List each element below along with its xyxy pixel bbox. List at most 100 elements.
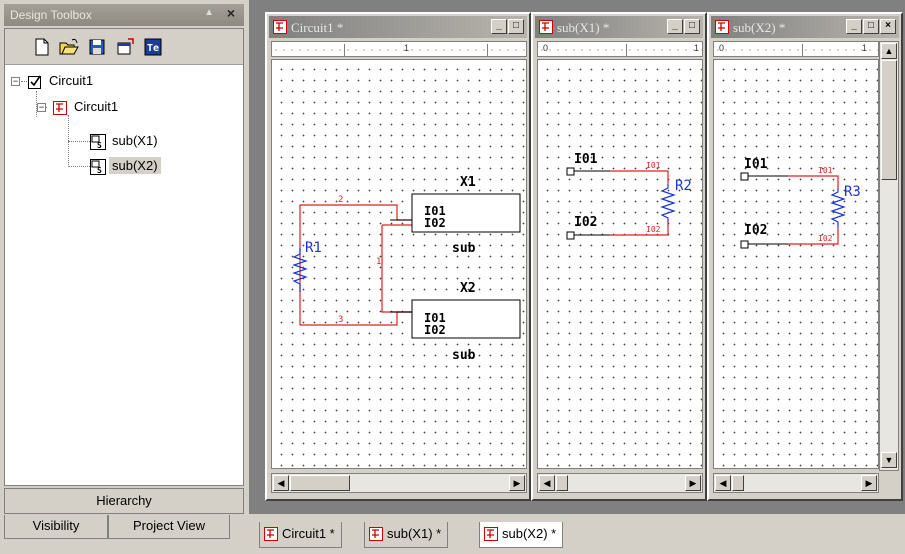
maximize-button[interactable]: □ xyxy=(508,19,524,34)
sub-x1-window[interactable]: sub(X1) * _ □ 0 1 I01 I02 I01 I02 R2 ◀ ▶ xyxy=(531,12,707,501)
sub-x2-window[interactable]: sub(X2) * _ □ × 0 1 ▲ ▼ I01 I02 I01 I02 … xyxy=(707,12,903,501)
toolbox-panel: Te − − Circuit1 Circuit1 S sub(X1) S sub… xyxy=(4,28,244,486)
pin-label: I01 xyxy=(744,157,768,172)
project-check-icon xyxy=(28,75,41,89)
tab-circuit1[interactable]: Circuit1 * xyxy=(259,522,342,548)
maximize-button[interactable]: □ xyxy=(863,19,879,34)
x1-label: X1 xyxy=(460,175,476,190)
tab-label: Circuit1 * xyxy=(282,526,335,541)
tab-project-view[interactable]: Project View xyxy=(108,515,230,539)
scroll-right-icon[interactable]: ▶ xyxy=(861,475,877,491)
horizontal-scrollbar[interactable]: ◀ ▶ xyxy=(271,473,527,493)
ruler: 1 xyxy=(271,41,527,57)
scroll-thumb[interactable] xyxy=(881,60,897,180)
resistor-label: R3 xyxy=(844,184,861,200)
svg-text:S: S xyxy=(97,141,102,150)
tree-item-label: sub(X1) xyxy=(112,133,158,148)
scroll-left-icon[interactable]: ◀ xyxy=(273,475,289,491)
toolbox-toolbar: Te xyxy=(5,29,243,65)
scroll-right-icon[interactable]: ▶ xyxy=(685,475,701,491)
net-label: I02 xyxy=(646,225,661,234)
tree-line xyxy=(68,141,90,142)
scroll-right-icon[interactable]: ▶ xyxy=(509,475,525,491)
tab-sub-x1[interactable]: sub(X1) * xyxy=(364,522,449,548)
vertical-scrollbar[interactable]: ▲ ▼ xyxy=(879,41,899,471)
tree-item-circuit[interactable]: Circuit1 xyxy=(52,97,121,117)
document-area: Circuit1 * _ □ 1 X1 I01 I02 sub X2 I01 I… xyxy=(249,0,905,554)
maximize-button[interactable]: □ xyxy=(684,19,700,34)
scroll-thumb[interactable] xyxy=(556,475,568,491)
collapse-toggle[interactable]: − xyxy=(37,103,46,112)
schematic-canvas[interactable]: I01 I02 I01 I02 R3 xyxy=(713,59,879,469)
open-icon[interactable] xyxy=(58,37,80,57)
x2-label: X2 xyxy=(460,281,476,296)
minimize-button[interactable]: _ xyxy=(491,19,507,34)
schematic-icon xyxy=(539,20,553,34)
window-title: sub(X2) * xyxy=(733,20,786,35)
document-tabs: Circuit1 * sub(X1) * sub(X2) * xyxy=(249,514,905,554)
tab-label: sub(X2) * xyxy=(502,526,557,541)
resistor-label: R2 xyxy=(675,178,692,194)
minimize-button[interactable]: _ xyxy=(667,19,683,34)
net-label: 3 xyxy=(338,315,343,325)
toolbox-title-bar: Design Toolbox ▲ × xyxy=(4,4,244,26)
ruler-tick xyxy=(802,44,803,56)
pin-icon[interactable]: ▲ xyxy=(204,7,214,18)
sub-x1-schematic: I01 I02 I01 I02 R2 xyxy=(566,152,692,240)
schematic-icon xyxy=(369,527,383,541)
tree-item-sub-x1[interactable]: S sub(X1) xyxy=(90,131,161,151)
ruler-label: 1 xyxy=(404,43,410,53)
svg-text:Te: Te xyxy=(147,43,159,54)
toolbox-title: Design Toolbox xyxy=(10,8,92,22)
window-title-bar[interactable]: Circuit1 * _ □ xyxy=(269,16,527,38)
pin-label: I01 xyxy=(574,152,598,167)
export-icon[interactable] xyxy=(115,37,135,57)
subcircuit-icon: S xyxy=(90,158,106,175)
ruler-label: 0 xyxy=(719,43,725,53)
schematic-icon xyxy=(53,100,67,115)
tree-item-sub-x2[interactable]: S sub(X2) xyxy=(90,156,161,176)
tree-item-label: Circuit1 xyxy=(49,73,94,88)
block-name: sub xyxy=(452,348,476,363)
scroll-down-icon[interactable]: ▼ xyxy=(881,452,897,468)
tab-sub-x2[interactable]: sub(X2) * xyxy=(479,522,564,548)
hierarchy-tree: − − Circuit1 Circuit1 S sub(X1) S sub(X2… xyxy=(5,67,243,485)
tab-visibility[interactable]: Visibility xyxy=(4,515,108,539)
save-icon[interactable] xyxy=(87,37,107,57)
tree-line xyxy=(68,166,90,167)
schematic-icon xyxy=(273,20,287,34)
horizontal-scrollbar[interactable]: ◀ ▶ xyxy=(713,473,879,493)
window-title-bar[interactable]: sub(X2) * _ □ × xyxy=(711,16,899,38)
pin-label: I02 xyxy=(574,215,597,230)
horizontal-scrollbar[interactable]: ◀ ▶ xyxy=(537,473,703,493)
scroll-thumb[interactable] xyxy=(290,475,350,491)
svg-text:S: S xyxy=(97,166,102,175)
new-icon[interactable] xyxy=(32,37,52,57)
ruler: 0 1 xyxy=(537,41,703,57)
net-label: 2 xyxy=(338,195,343,205)
circuit1-window[interactable]: Circuit1 * _ □ 1 X1 I01 I02 sub X2 I01 I… xyxy=(265,12,531,501)
scroll-thumb[interactable] xyxy=(732,475,744,491)
properties-icon[interactable]: Te xyxy=(143,37,163,57)
net-label: I01 xyxy=(646,161,661,170)
collapse-toggle[interactable]: − xyxy=(11,77,20,86)
schematic-canvas[interactable]: X1 I01 I02 sub X2 I01 I02 sub R1 2 1 3 xyxy=(271,59,527,469)
close-icon[interactable]: × xyxy=(227,5,235,21)
net-label: 1 xyxy=(376,257,381,267)
net-label: I02 xyxy=(818,234,833,243)
scroll-left-icon[interactable]: ◀ xyxy=(539,475,555,491)
pin-label: I02 xyxy=(424,323,446,337)
subcircuit-icon: S xyxy=(90,133,106,150)
window-title-bar[interactable]: sub(X1) * _ □ xyxy=(535,16,703,38)
ruler-label: 1 xyxy=(862,43,868,53)
minimize-button[interactable]: _ xyxy=(846,19,862,34)
schematic-icon xyxy=(715,20,729,34)
design-toolbox: Design Toolbox ▲ × Te − − Circuit1 Circu… xyxy=(0,0,247,554)
scroll-up-icon[interactable]: ▲ xyxy=(881,43,897,59)
tree-item-project[interactable]: Circuit1 xyxy=(27,71,96,91)
tab-label: sub(X1) * xyxy=(387,526,442,541)
schematic-canvas[interactable]: I01 I02 I01 I02 R2 xyxy=(537,59,703,469)
scroll-left-icon[interactable]: ◀ xyxy=(715,475,731,491)
close-button[interactable]: × xyxy=(880,19,896,34)
ruler-tick xyxy=(487,44,488,56)
